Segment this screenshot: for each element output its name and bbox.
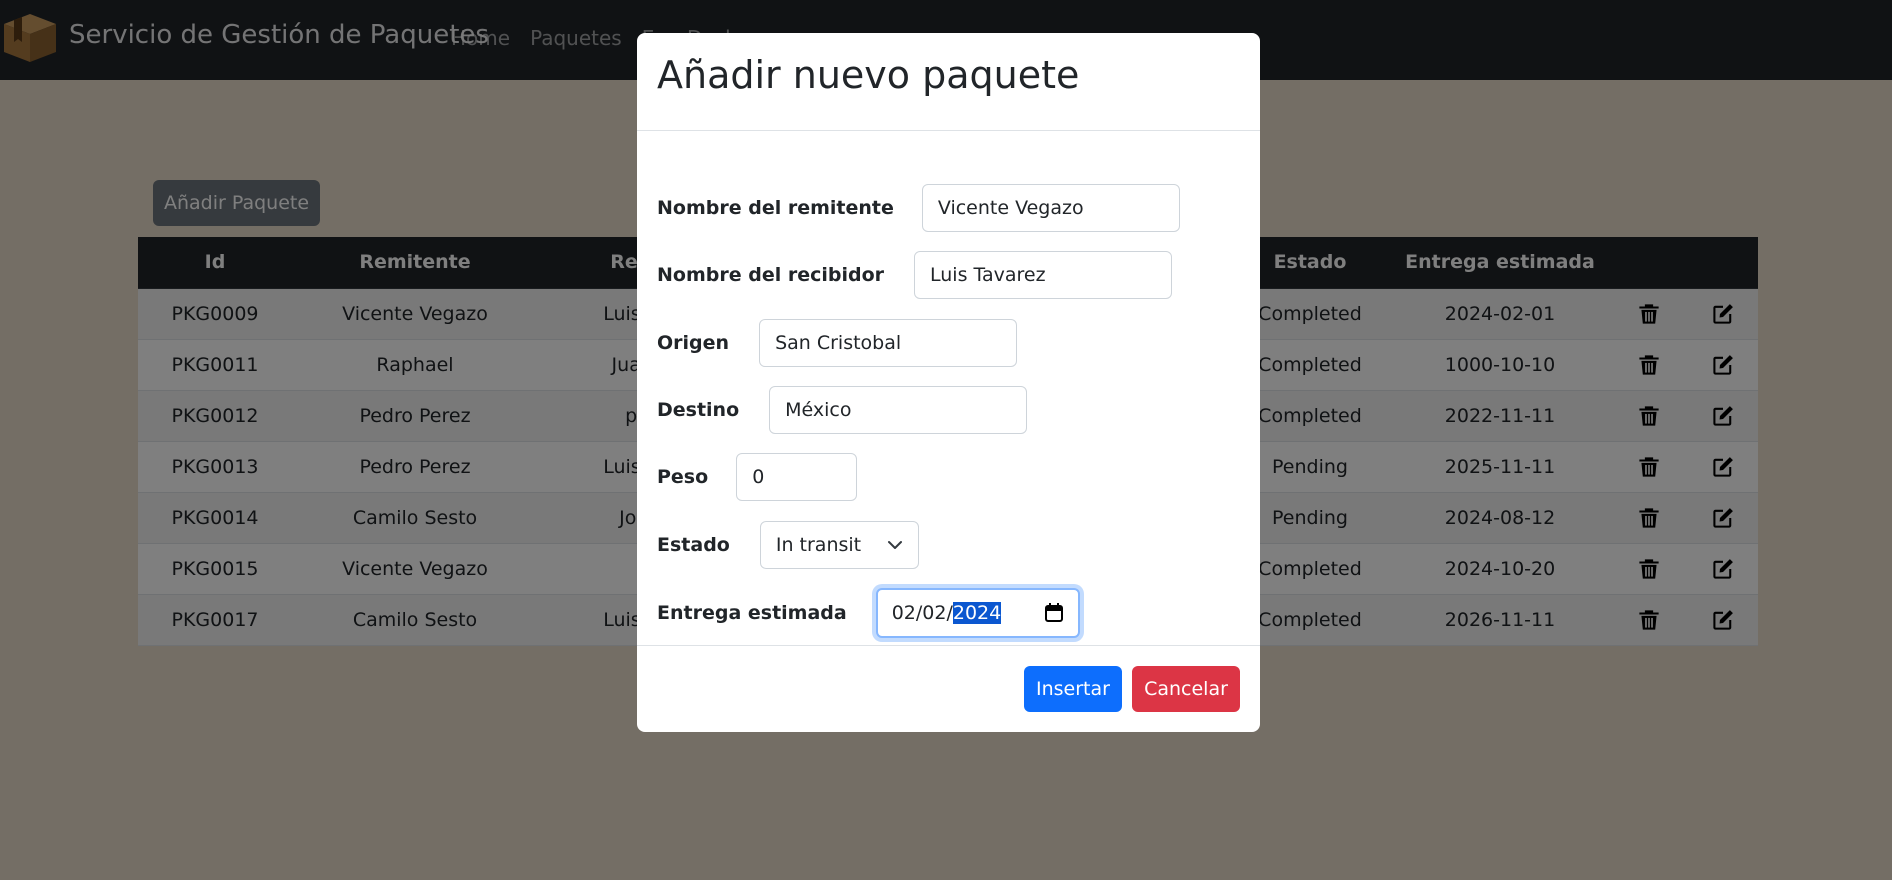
remitente-label: Nombre del remitente xyxy=(657,197,894,219)
modal-body: Nombre del remitente Nombre del recibido… xyxy=(637,131,1260,638)
add-package-modal: Añadir nuevo paquete Nombre del remitent… xyxy=(637,33,1260,732)
origen-label: Origen xyxy=(657,332,730,354)
insert-button[interactable]: Insertar xyxy=(1024,666,1122,712)
remitente-input[interactable] xyxy=(921,184,1180,232)
peso-label: Peso xyxy=(657,466,709,488)
entrega-date-input[interactable]: 02/02/2024 xyxy=(875,588,1080,638)
entrega-date-prefix: 02/02/ xyxy=(891,602,953,624)
entrega-label: Entrega estimada xyxy=(657,602,847,624)
recibidor-label: Nombre del recibidor xyxy=(657,264,885,286)
estado-select[interactable]: In transit xyxy=(759,521,919,569)
peso-input[interactable] xyxy=(736,453,858,501)
destino-input[interactable] xyxy=(769,386,1028,434)
entrega-date-text: 02/02/2024 xyxy=(892,602,1002,624)
modal-header: Añadir nuevo paquete xyxy=(637,33,1260,131)
form-row-destino: Destino xyxy=(657,386,1028,434)
form-row-recibidor: Nombre del recibidor xyxy=(657,251,1173,299)
form-row-entrega: Entrega estimada 02/02/2024 xyxy=(657,588,1080,638)
cancel-button[interactable]: Cancelar xyxy=(1132,666,1240,712)
form-row-origen: Origen xyxy=(657,319,1018,367)
form-row-estado: Estado In transit xyxy=(657,521,919,569)
destino-label: Destino xyxy=(657,399,740,421)
modal-title: Añadir nuevo paquete xyxy=(657,53,1080,97)
estado-selected-value: In transit xyxy=(775,534,862,556)
chevron-down-icon xyxy=(887,541,902,549)
modal-footer: Insertar Cancelar xyxy=(637,645,1260,733)
estado-label: Estado xyxy=(657,534,730,556)
form-row-peso: Peso xyxy=(657,453,858,501)
form-row-remitente: Nombre del remitente xyxy=(657,184,1180,232)
calendar-icon[interactable] xyxy=(1044,603,1064,623)
recibidor-input[interactable] xyxy=(914,251,1173,299)
origen-input[interactable] xyxy=(759,319,1018,367)
entrega-date-year-selected: 2024 xyxy=(952,602,1002,624)
